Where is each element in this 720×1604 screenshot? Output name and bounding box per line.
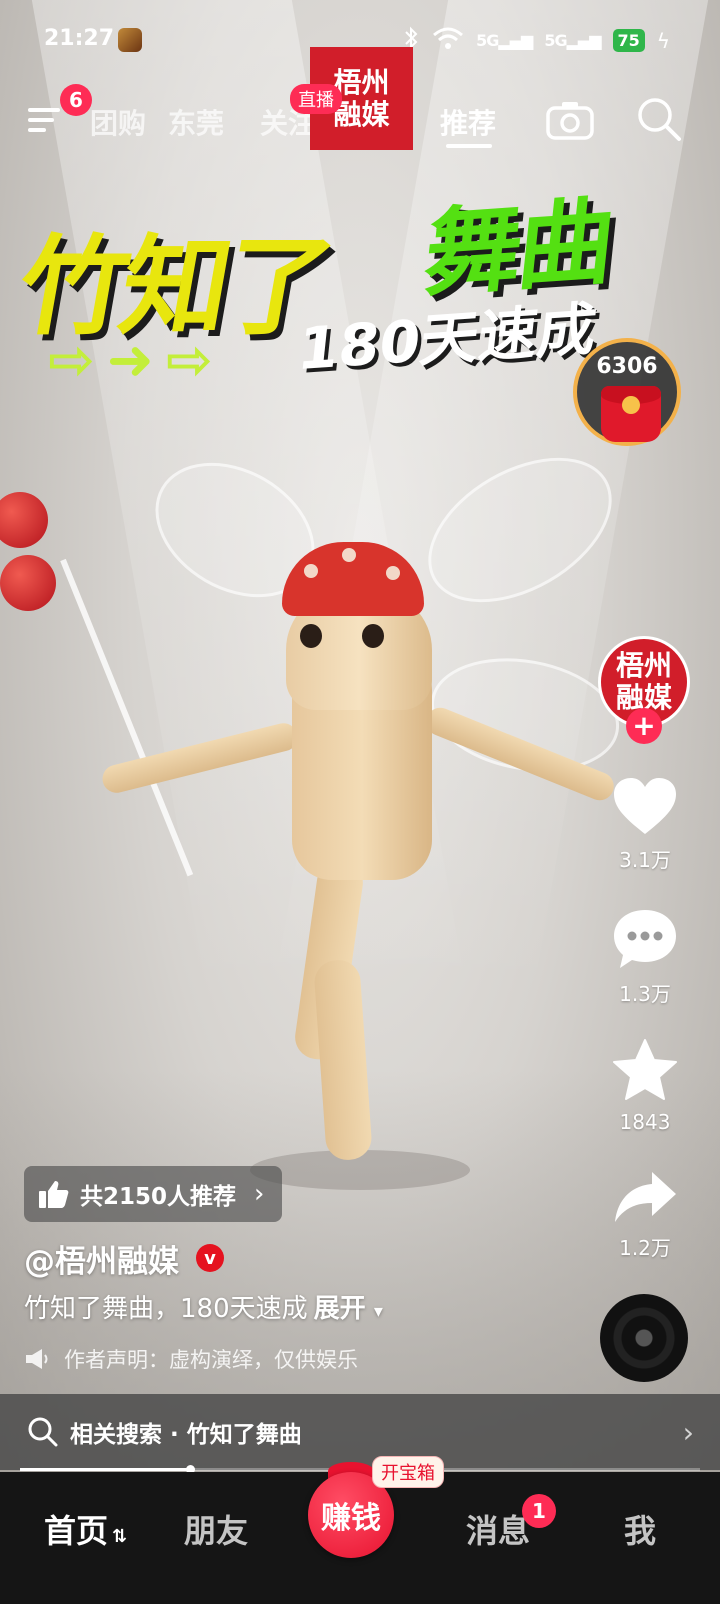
messages-badge: 1 <box>522 1494 556 1528</box>
cap-dot <box>304 564 318 578</box>
wand-berry <box>0 555 56 611</box>
author-disclaimer: 作者声明：虚构演绎，仅供娱乐 <box>24 1344 358 1374</box>
swap-icon: ⇅ <box>112 1526 128 1547</box>
charging-icon: ϟ <box>656 28 670 53</box>
recommend-count-text: 共2150人推荐 <box>80 1184 237 1210</box>
comment-icon <box>614 910 676 968</box>
cap-dot <box>342 548 356 562</box>
video-feed-screen[interactable]: 竹知了 舞曲 180天速成 ⇨➜⇨ 21:27 5G▂▄▆ 5G▂▄▆ 75 ϟ… <box>0 0 720 1604</box>
related-search-text: 相关搜索 · 竹知了舞曲 <box>70 1422 302 1448</box>
verified-badge: v <box>196 1244 224 1272</box>
tab-group-buy[interactable]: 团购 <box>90 102 146 142</box>
recommend-pill[interactable]: 共2150人推荐 › <box>24 1166 282 1222</box>
search-icon <box>28 1417 58 1447</box>
character-eye <box>362 624 384 648</box>
red-envelope-icon <box>601 386 661 442</box>
share-count: 1.2万 <box>619 1236 671 1260</box>
camera-icon[interactable] <box>546 100 594 140</box>
star-icon <box>613 1039 677 1100</box>
chevron-down-icon: ▾ <box>373 1301 383 1322</box>
share-icon <box>615 1172 676 1222</box>
menu-icon[interactable] <box>28 104 64 134</box>
favorite-count: 1843 <box>619 1110 671 1134</box>
tab-home[interactable]: 首页 ⇅ <box>44 1506 127 1552</box>
character-eye <box>300 624 322 648</box>
share-button[interactable]: 1.2万 <box>602 1170 688 1261</box>
menu-badge: 6 <box>60 84 92 116</box>
red-packet-count: 6306 <box>596 354 658 379</box>
thumbs-up-icon <box>39 1181 69 1208</box>
expand-caption-button[interactable]: 展开 <box>314 1294 366 1324</box>
tab-me[interactable]: 我 <box>624 1506 656 1552</box>
wifi-icon <box>432 27 464 54</box>
chevron-right-icon: › <box>254 1179 265 1209</box>
search-icon[interactable] <box>636 96 682 142</box>
related-search-bar[interactable]: 相关搜索 · 竹知了舞曲 › <box>0 1394 720 1470</box>
arrow-decoration: ⇨➜⇨ <box>48 328 225 393</box>
like-button[interactable]: 3.1万 <box>602 776 688 873</box>
wand-berry <box>0 492 48 548</box>
tab-dongguan[interactable]: 东莞 <box>168 102 224 142</box>
status-time: 21:27 <box>44 26 115 51</box>
disclaimer-text: 作者声明：虚构演绎，仅供娱乐 <box>64 1348 358 1372</box>
signal-icon-2: 5G▂▄▆ <box>544 31 601 50</box>
bottom-tab-bar: 首页 ⇅ 朋友 赚钱 开宝箱 消息 1 我 <box>0 1456 720 1604</box>
tab-recommend[interactable]: 推荐 <box>440 102 496 142</box>
like-count: 3.1万 <box>619 848 671 872</box>
tab-friends[interactable]: 朋友 <box>184 1506 248 1552</box>
music-disc-icon[interactable] <box>600 1294 688 1382</box>
chevron-right-icon: › <box>682 1416 694 1449</box>
progress-fill <box>20 1468 190 1471</box>
megaphone-icon <box>26 1349 48 1369</box>
top-nav: 6 团购 东莞 关注 商城 梧州融媒 直播 推荐 <box>0 47 720 152</box>
comment-count: 1.3万 <box>619 982 671 1006</box>
active-tab-indicator <box>446 144 492 148</box>
game-app-icon <box>118 28 142 52</box>
signal-icon-1: 5G▂▄▆ <box>476 31 533 50</box>
caption-text: 竹知了舞曲，180天速成 <box>24 1294 308 1324</box>
red-packet-widget[interactable]: 6306 <box>573 338 681 446</box>
favorite-button[interactable]: 1843 <box>602 1038 688 1134</box>
live-badge[interactable]: 直播 <box>290 84 342 114</box>
video-caption[interactable]: 竹知了舞曲，180天速成 展开 ▾ <box>24 1288 383 1325</box>
tab-home-label: 首页 <box>44 1512 109 1550</box>
battery-indicator: 75 <box>612 29 645 52</box>
tab-messages[interactable]: 消息 <box>466 1506 530 1552</box>
heart-icon <box>614 778 676 834</box>
cap-dot <box>386 566 400 580</box>
follow-plus-icon[interactable]: + <box>626 708 662 744</box>
author-name[interactable]: @梧州融媒 <box>24 1236 179 1281</box>
comment-button[interactable]: 1.3万 <box>602 908 688 1007</box>
treasure-chest-badge[interactable]: 开宝箱 <box>372 1456 444 1488</box>
